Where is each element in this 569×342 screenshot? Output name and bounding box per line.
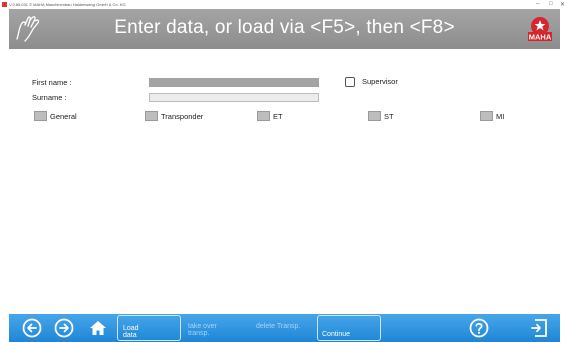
maha-logo: MAHA: [528, 17, 552, 42]
forward-arrow-icon[interactable]: [54, 318, 74, 338]
home-icon[interactable]: [88, 318, 108, 338]
first-name-label: First name :: [32, 78, 72, 87]
first-name-field[interactable]: [149, 78, 319, 87]
et-toggle[interactable]: [257, 111, 270, 121]
continue-label: Continue: [322, 331, 351, 338]
supervisor-label: Supervisor: [362, 77, 398, 86]
window-titlebar: V.9.85.031 © MAHA Maschinenbau Haldenwan…: [0, 0, 569, 9]
mi-label: MI: [496, 112, 505, 121]
help-icon[interactable]: [469, 318, 489, 338]
maximize-button[interactable]: □: [549, 1, 553, 7]
app-icon: [2, 2, 7, 7]
form-area: First name : Surname : Supervisor Genera…: [9, 49, 560, 314]
exit-icon[interactable]: [531, 318, 551, 338]
continue-button[interactable]: Continue: [317, 315, 381, 341]
general-label: General: [50, 112, 77, 121]
hand-icon: [16, 16, 40, 42]
et-label: ET: [273, 112, 283, 121]
delete-transp-button[interactable]: delete Transp.: [256, 323, 300, 331]
st-label: ST: [384, 112, 394, 121]
load-data-label-line2: data: [123, 332, 137, 339]
mi-toggle[interactable]: [480, 111, 493, 121]
surname-field[interactable]: [149, 93, 319, 102]
application-window: V.9.85.031 © MAHA Maschinenbau Haldenwan…: [0, 0, 569, 342]
transponder-toggle[interactable]: [145, 111, 158, 121]
supervisor-checkbox[interactable]: [345, 77, 355, 87]
general-toggle[interactable]: [34, 111, 47, 121]
logo-text: MAHA: [529, 33, 552, 42]
load-data-button[interactable]: Load data: [117, 315, 181, 341]
surname-label: Surname :: [32, 93, 67, 102]
minimize-button[interactable]: –: [536, 1, 539, 7]
st-toggle[interactable]: [368, 111, 381, 121]
page-title: Enter data, or load via <F5>, then <F8>: [114, 17, 455, 38]
take-over-transp-line2[interactable]: transp.: [188, 330, 209, 338]
footer-toolbar: Load data take over transp. delete Trans…: [9, 314, 560, 342]
close-button[interactable]: ✕: [560, 1, 565, 8]
window-title: V.9.85.031 © MAHA Maschinenbau Haldenwan…: [9, 2, 126, 7]
transponder-label: Transponder: [161, 112, 204, 121]
header-bar: Enter data, or load via <F5>, then <F8> …: [9, 9, 560, 49]
back-arrow-icon[interactable]: [22, 318, 42, 338]
